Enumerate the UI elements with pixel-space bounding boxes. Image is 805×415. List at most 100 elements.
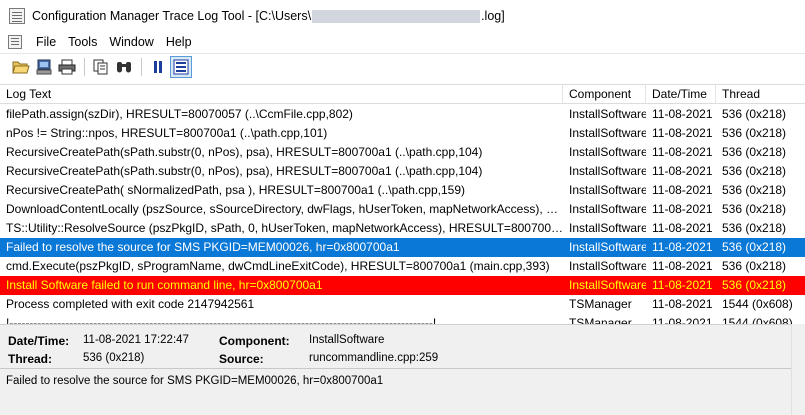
menu-tools[interactable]: Tools [62,35,103,49]
copy-button[interactable] [90,56,112,78]
find-icon [117,62,131,73]
date-time-value: 11-08-2021 17:22:47 [83,334,189,346]
component-cell: InstallSoftware [569,183,646,197]
component-value: InstallSoftware [309,334,385,346]
window-title: Configuration Manager Trace Log Tool - [… [32,9,505,23]
open-folder-icon [12,61,30,74]
table-row[interactable]: RecursiveCreatePath(sPath.substr(0, nPos… [0,162,805,181]
open-button[interactable] [10,56,32,78]
component-cell: InstallSoftware [569,240,646,254]
component-cell: InstallSoftware [569,202,646,216]
date-cell: 11-08-2021 17:22:47 [652,240,716,254]
date-time-label: Date/Time: [8,334,70,348]
log-text-cell: Process completed with exit code 2147942… [6,297,255,311]
highlight-icon [173,59,189,75]
date-cell: 11-08-2021 17:22:47 [652,297,716,311]
log-text-cell: Failed to resolve the source for SMS PKG… [6,240,400,254]
title-bar: Configuration Manager Trace Log Tool - [… [0,0,805,32]
thread-cell: 536 (0x218) [722,107,787,121]
thread-cell: 1544 (0x608) [722,297,793,311]
table-row[interactable]: nPos != String::npos, HRESULT=800700a1 (… [0,124,805,143]
app-icon [9,8,25,24]
thread-label: Thread: [8,352,53,366]
table-row[interactable]: filePath.assign(szDir), HRESULT=80070057… [0,105,805,124]
log-text-cell: !---------------------------------------… [6,316,437,324]
date-cell: 11-08-2021 17:22:47 [652,221,716,235]
date-cell: 11-08-2021 17:22:47 [652,278,716,292]
date-cell: 11-08-2021 17:22:47 [652,259,716,273]
date-cell: 11-08-2021 17:22:47 [652,126,716,140]
find-button[interactable] [113,56,135,78]
date-cell: 11-08-2021 17:22:47 [652,183,716,197]
table-row-selected[interactable]: Failed to resolve the source for SMS PKG… [0,238,805,257]
toolbar [0,53,805,80]
log-text-cell: DownloadContentLocally (pszSource, sSour… [6,202,563,216]
date-cell: 11-08-2021 17:22:47 [652,107,716,121]
printer-icon [58,59,76,75]
table-row-error[interactable]: Install Software failed to run command l… [0,276,805,295]
component-cell: InstallSoftware [569,259,646,273]
window-title-prefix: Configuration Manager Trace Log Tool - [… [32,9,312,23]
thread-value: 536 (0x218) [83,352,145,364]
component-cell: TSManager [569,297,632,311]
thread-cell: 536 (0x218) [722,145,787,159]
table-row[interactable]: !---------------------------------------… [0,314,805,324]
date-cell: 11-08-2021 17:22:47 [652,316,716,324]
document-menu-icon[interactable] [8,35,22,49]
log-text-cell: Install Software failed to run command l… [6,278,323,292]
log-text-cell: cmd.Execute(pszPkgID, sProgramName, dwCm… [6,259,550,273]
thread-cell: 536 (0x218) [722,221,787,235]
component-cell: InstallSoftware [569,164,646,178]
copy-icon [93,59,108,75]
column-header-thread[interactable]: Thread [716,85,805,104]
column-header-log-text[interactable]: Log Text [0,85,563,104]
date-cell: 11-08-2021 17:22:47 [652,164,716,178]
thread-cell: 1544 (0x608) [722,316,793,324]
date-cell: 11-08-2021 17:22:47 [652,145,716,159]
menu-file[interactable]: File [30,35,62,49]
thread-cell: 536 (0x218) [722,126,787,140]
table-row[interactable]: TS::Utility::ResolveSource (pszPkgID, sP… [0,219,805,238]
component-label: Component: [219,334,290,348]
table-row[interactable]: RecursiveCreatePath( sNormalizedPath, ps… [0,181,805,200]
date-cell: 11-08-2021 17:22:47 [652,202,716,216]
pause-button[interactable] [147,56,169,78]
thread-cell: 536 (0x218) [722,278,787,292]
table-row[interactable]: DownloadContentLocally (pszSource, sSour… [0,200,805,219]
component-cell: InstallSoftware [569,221,646,235]
source-label: Source: [219,352,264,366]
thread-cell: 536 (0x218) [722,164,787,178]
message-box[interactable]: Failed to resolve the source for SMS PKG… [0,368,791,415]
print-button[interactable] [56,56,78,78]
computer-icon [36,59,52,75]
source-value: runcommandline.cpp:259 [309,352,439,364]
details-scrollbar[interactable] [791,324,805,415]
column-header-component[interactable]: Component [563,85,646,104]
redacted-username [312,9,481,23]
component-cell: InstallSoftware [569,278,646,292]
toolbar-separator [141,58,142,76]
menu-bar: File Tools Window Help [0,32,805,52]
thread-cell: 536 (0x218) [722,183,787,197]
details-pane: Date/Time: 11-08-2021 17:22:47 Component… [0,324,805,415]
open-remote-button[interactable] [33,56,55,78]
thread-cell: 536 (0x218) [722,259,787,273]
menu-help[interactable]: Help [160,35,198,49]
log-table-header: Log Text Component Date/Time Thread [0,84,805,104]
highlight-button[interactable] [170,56,192,78]
log-text-cell: nPos != String::npos, HRESULT=800700a1 (… [6,126,328,140]
component-cell: InstallSoftware [569,126,646,140]
menu-window[interactable]: Window [103,35,159,49]
table-row[interactable]: Process completed with exit code 2147942… [0,295,805,314]
toolbar-separator [84,58,85,76]
log-text-cell: RecursiveCreatePath(sPath.substr(0, nPos… [6,164,483,178]
column-header-date-time[interactable]: Date/Time [646,85,716,104]
component-cell: InstallSoftware [569,107,646,121]
table-row[interactable]: RecursiveCreatePath(sPath.substr(0, nPos… [0,143,805,162]
table-row[interactable]: cmd.Execute(pszPkgID, sProgramName, dwCm… [0,257,805,276]
log-text-cell: TS::Utility::ResolveSource (pszPkgID, sP… [6,221,563,235]
log-table: filePath.assign(szDir), HRESULT=80070057… [0,105,805,324]
component-cell: InstallSoftware [569,145,646,159]
thread-cell: 536 (0x218) [722,202,787,216]
window-title-suffix: .log] [481,9,505,23]
